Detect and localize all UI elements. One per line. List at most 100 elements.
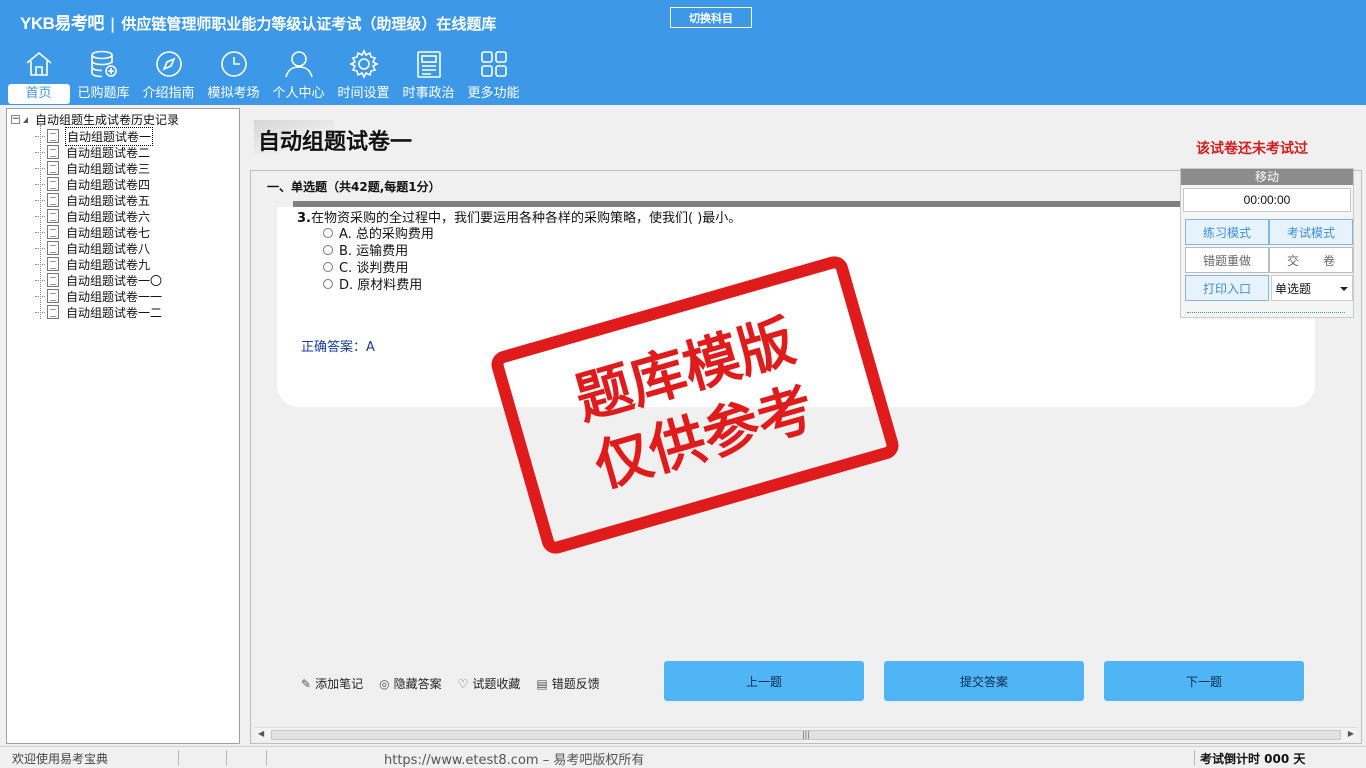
option-list: A. 总的采购费用 B. 运输费用 C. 谈判费用 D. 原材料费用 [323, 224, 434, 293]
tree-item[interactable]: 自动组题试卷一〇 [35, 272, 163, 288]
news-icon [416, 51, 441, 78]
tree-item-label: 自动组题试卷二 [66, 145, 151, 160]
radio-icon[interactable] [323, 261, 333, 272]
compass-icon [155, 51, 182, 77]
history-tree: − 自动组题生成试卷历史记录 自动组题试卷一 自动组题试卷二 自动组题试卷三 自… [6, 108, 240, 744]
document-icon [47, 305, 59, 319]
nav-guide[interactable]: 介绍指南 [136, 48, 201, 104]
status-divider [266, 750, 267, 766]
exam-countdown: 考试倒计时 000 天 [1200, 752, 1306, 766]
switch-subject-button[interactable]: 切换科目 [670, 7, 752, 28]
nav-profile[interactable]: 个人中心 [266, 48, 331, 104]
exam-mode-button[interactable]: 考试模式 [1269, 219, 1353, 245]
tree-item-label: 自动组题试卷五 [66, 193, 151, 208]
welcome-text: 欢迎使用易考宝典 [12, 752, 109, 766]
tree-item[interactable]: 自动组题试卷四 [35, 176, 163, 192]
tool-label: 隐藏答案 [393, 677, 442, 691]
tool-label: 错题反馈 [551, 677, 600, 691]
scroll-thumb[interactable]: ||| [271, 730, 1341, 740]
tree-item[interactable]: 自动组题试卷七 [35, 224, 163, 240]
tree-item-label: 自动组题试卷一二 [66, 305, 163, 320]
tree-item[interactable]: 自动组题试卷一一 [35, 288, 163, 304]
document-icon [47, 161, 59, 175]
tree-item[interactable]: 自动组题试卷八 [35, 240, 163, 256]
nav-label: 模拟考场 [207, 86, 260, 101]
option-a[interactable]: A. 总的采购费用 [323, 224, 434, 242]
question-number: 3. [297, 211, 311, 226]
nav-time-settings[interactable]: 时间设置 [331, 48, 396, 104]
app-brand: YKB易考吧 | 供应链管理师职业能力等级认证考试（助理级）在线题库 [20, 14, 497, 33]
tree-item[interactable]: 自动组题试卷三 [35, 160, 163, 176]
feedback-icon: ▤ [536, 676, 548, 691]
panel-footer-line [1187, 312, 1345, 313]
nav-label: 已购题库 [77, 86, 130, 101]
tree-item[interactable]: 自动组题试卷一二 [35, 304, 163, 320]
database-icon [90, 50, 117, 78]
copyright-text: https://www.etest8.com – 易考吧版权所有 [384, 753, 645, 768]
feedback-button[interactable]: ▤ 错题反馈 [536, 675, 599, 692]
document-icon [47, 193, 59, 207]
nav-label: 时事政治 [402, 86, 455, 101]
prev-question-button[interactable]: 上一题 [664, 661, 864, 701]
option-d[interactable]: D. 原材料费用 [323, 275, 434, 293]
radio-icon[interactable] [323, 227, 333, 238]
exam-timer: 00:00:00 [1183, 188, 1351, 212]
tree-item-label: 自动组题试卷八 [66, 241, 151, 256]
nav-label: 首页 [7, 84, 70, 104]
question-type-value: 单选题 [1275, 281, 1312, 296]
nav-home[interactable]: 首页 [6, 48, 71, 104]
logo: YKB易考吧 [20, 14, 104, 33]
question-type-select[interactable]: 单选题 [1271, 275, 1353, 301]
document-icon [47, 273, 59, 287]
correct-answer: 正确答案：A [301, 340, 375, 355]
tree-item-label: 自动组题试卷七 [66, 225, 151, 240]
tree-item[interactable]: 自动组题试卷九 [35, 256, 163, 272]
nav-current-affairs[interactable]: 时事政治 [396, 48, 461, 104]
radio-icon[interactable] [323, 278, 333, 289]
tree-item[interactable]: 自动组题试卷五 [35, 192, 163, 208]
nav-more[interactable]: 更多功能 [461, 48, 526, 104]
folder-caret-icon [23, 116, 28, 123]
document-icon [47, 145, 59, 159]
nav-mock-exam[interactable]: 模拟考场 [201, 48, 266, 104]
tree-item[interactable]: 自动组题试卷二 [35, 144, 163, 160]
pencil-icon: ✎ [301, 676, 312, 691]
nav-purchased[interactable]: 已购题库 [71, 48, 136, 104]
scroll-left-icon[interactable]: ◀ [258, 729, 264, 738]
gear-icon [348, 49, 379, 79]
horizontal-scrollbar[interactable]: ◀ ||| ▶ [255, 727, 1357, 741]
add-note-button[interactable]: ✎ 添加笔记 [301, 675, 363, 692]
tree-root-label: 自动组题生成试卷历史记录 [35, 113, 180, 127]
nav-label: 介绍指南 [142, 86, 195, 101]
tree-item-label: 自动组题试卷三 [66, 161, 151, 176]
hand-in-button[interactable]: 交 卷 [1269, 247, 1353, 273]
option-c[interactable]: C. 谈判费用 [323, 258, 434, 276]
status-bar: 欢迎使用易考宝典 https://www.etest8.com – 易考吧版权所… [0, 746, 1366, 768]
hide-answer-button[interactable]: ◎ 隐藏答案 [379, 675, 442, 692]
panel-move-handle[interactable]: 移动 [1181, 169, 1353, 185]
tree-item-label: 自动组题试卷六 [66, 209, 151, 224]
main-nav: 首页 已购题库 介绍指南 模拟考场 个人中心 时间设置 时事政治 更多功能 [6, 48, 526, 104]
tree-item[interactable]: 自动组题试卷一 [35, 126, 163, 146]
tree-root[interactable]: − 自动组题生成试卷历史记录 [11, 111, 179, 128]
redo-wrong-button[interactable]: 错题重做 [1185, 247, 1269, 273]
submit-answer-button[interactable]: 提交答案 [884, 661, 1084, 701]
scroll-right-icon[interactable]: ▶ [1348, 729, 1354, 738]
document-icon [47, 225, 59, 239]
clock-icon [220, 51, 247, 77]
tree-item-label: 自动组题试卷一〇 [66, 273, 163, 288]
tool-label: 试题收藏 [472, 677, 521, 691]
tree-item[interactable]: 自动组题试卷六 [35, 208, 163, 224]
practice-mode-button[interactable]: 练习模式 [1185, 219, 1269, 245]
next-question-button[interactable]: 下一题 [1104, 661, 1304, 701]
radio-icon[interactable] [323, 244, 333, 255]
collapse-icon[interactable]: − [11, 115, 20, 124]
status-divider [178, 750, 179, 766]
tree-item-label: 自动组题试卷四 [66, 177, 151, 192]
document-icon [47, 257, 59, 271]
option-b[interactable]: B. 运输费用 [323, 241, 434, 259]
print-button[interactable]: 打印入口 [1185, 275, 1269, 301]
favorite-button[interactable]: ♡ 试题收藏 [458, 675, 521, 692]
chevron-down-icon [1340, 287, 1348, 291]
nav-label: 时间设置 [337, 86, 390, 101]
